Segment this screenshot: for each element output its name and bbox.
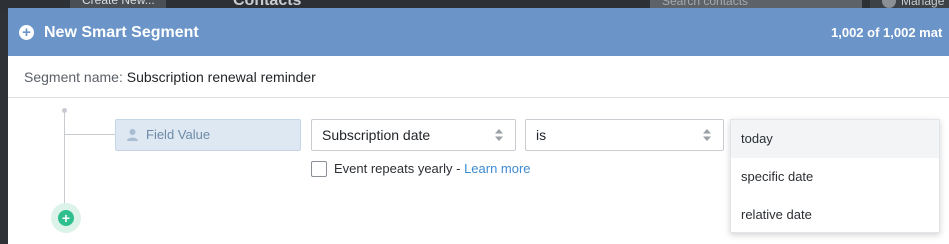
learn-more-link[interactable]: Learn more [464,161,530,176]
modal-header: + New Smart Segment 1,002 of 1,002 mat [8,8,949,56]
field-select[interactable]: Subscription date [311,119,516,151]
select-arrows-icon [703,129,711,141]
repeat-yearly-label: Event repeats yearly - [334,161,465,176]
option-today[interactable]: today [731,120,939,158]
field-value-label: Field Value [146,127,211,142]
repeat-yearly-checkbox[interactable] [311,161,327,177]
new-smart-segment-modal: + New Smart Segment 1,002 of 1,002 mat S… [8,8,949,244]
select-arrows-icon [495,129,503,141]
manage-icon [882,0,896,8]
date-options-dropdown: today specific date relative date [730,119,940,233]
segment-name-row: Segment name: Subscription renewal remin… [8,56,949,98]
match-count: 1,002 of 1,002 mat [831,25,943,40]
tree-vertical-line [64,112,65,206]
person-icon [127,129,138,141]
operator-select-value: is [536,127,547,143]
tree-branch-line [64,134,116,135]
add-condition-button[interactable]: + [58,210,74,226]
plus-circle-icon: + [19,25,34,40]
repeat-yearly-row: Event repeats yearly - Learn more [311,161,531,177]
operator-select[interactable]: is [525,119,724,151]
field-select-value: Subscription date [322,127,431,143]
manage-label: Manage [901,0,945,8]
modal-title: New Smart Segment [44,24,199,41]
segment-name-input[interactable]: Subscription renewal reminder [127,69,316,85]
option-specific-date[interactable]: specific date [731,158,939,196]
segment-name-label: Segment name: [24,69,123,85]
field-value-chip[interactable]: Field Value [115,119,301,151]
option-relative-date[interactable]: relative date [731,196,939,234]
